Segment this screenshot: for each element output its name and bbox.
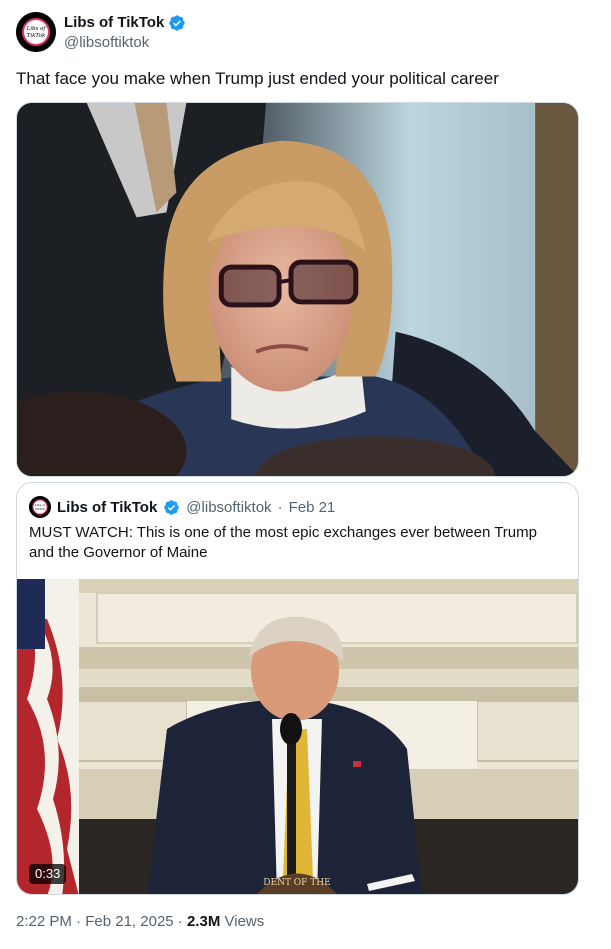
author-name-text: Libs of TikTok: [64, 14, 165, 31]
video-frame-podium-speaker: DENT OF THE: [17, 579, 578, 894]
views-count: 2.3M: [186, 913, 221, 930]
author-display-name[interactable]: Libs of TikTok: [64, 13, 186, 33]
quote-author-handle[interactable]: @libsoftiktok: [186, 499, 271, 516]
footer-separator: ·: [76, 913, 82, 930]
author-handle[interactable]: @libsoftiktok: [64, 33, 186, 53]
svg-text:DENT OF THE: DENT OF THE: [263, 878, 330, 888]
verified-badge-icon[interactable]: [163, 499, 180, 516]
video-duration-badge: 0:33: [29, 864, 67, 884]
quote-text: MUST WATCH: This is one of the most epic…: [29, 524, 537, 561]
footer-separator: ·: [177, 913, 183, 930]
avatar-logo-icon: Libs of TikTok: [29, 496, 51, 518]
tweet-photo[interactable]: [16, 102, 579, 477]
views-label: Views: [224, 913, 265, 930]
photo-woman-glasses: [17, 103, 578, 476]
tweet-date[interactable]: Feb 21, 2025: [85, 913, 173, 930]
quote-author-name[interactable]: Libs of TikTok: [57, 499, 157, 516]
quote-header: Libs of TikTok Libs of TikTok @libsoftik…: [29, 496, 335, 518]
author-info: Libs of TikTok @libsoftiktok: [64, 13, 186, 53]
tweet-text: That face you make when Trump just ended…: [16, 69, 499, 88]
svg-text:Libs of: Libs of: [26, 26, 47, 32]
tweet-time[interactable]: 2:22 PM: [16, 913, 72, 930]
quote-author-avatar[interactable]: Libs of TikTok: [29, 496, 51, 518]
avatar-logo-icon: Libs of TikTok: [16, 12, 56, 52]
quote-date[interactable]: Feb 21: [289, 499, 336, 516]
svg-text:TikTok: TikTok: [35, 507, 45, 511]
tweet-footer: 2:22 PM · Feb 21, 2025 · 2.3M Views: [16, 912, 264, 932]
quote-separator: ·: [277, 498, 283, 516]
verified-badge-icon[interactable]: [168, 14, 186, 32]
svg-text:TikTok: TikTok: [27, 33, 46, 39]
quote-video[interactable]: DENT OF THE 0:33: [17, 579, 578, 894]
flag-icon: [17, 579, 79, 894]
quoted-tweet[interactable]: Libs of TikTok Libs of TikTok @libsoftik…: [16, 482, 579, 895]
author-avatar[interactable]: Libs of TikTok: [16, 12, 56, 52]
